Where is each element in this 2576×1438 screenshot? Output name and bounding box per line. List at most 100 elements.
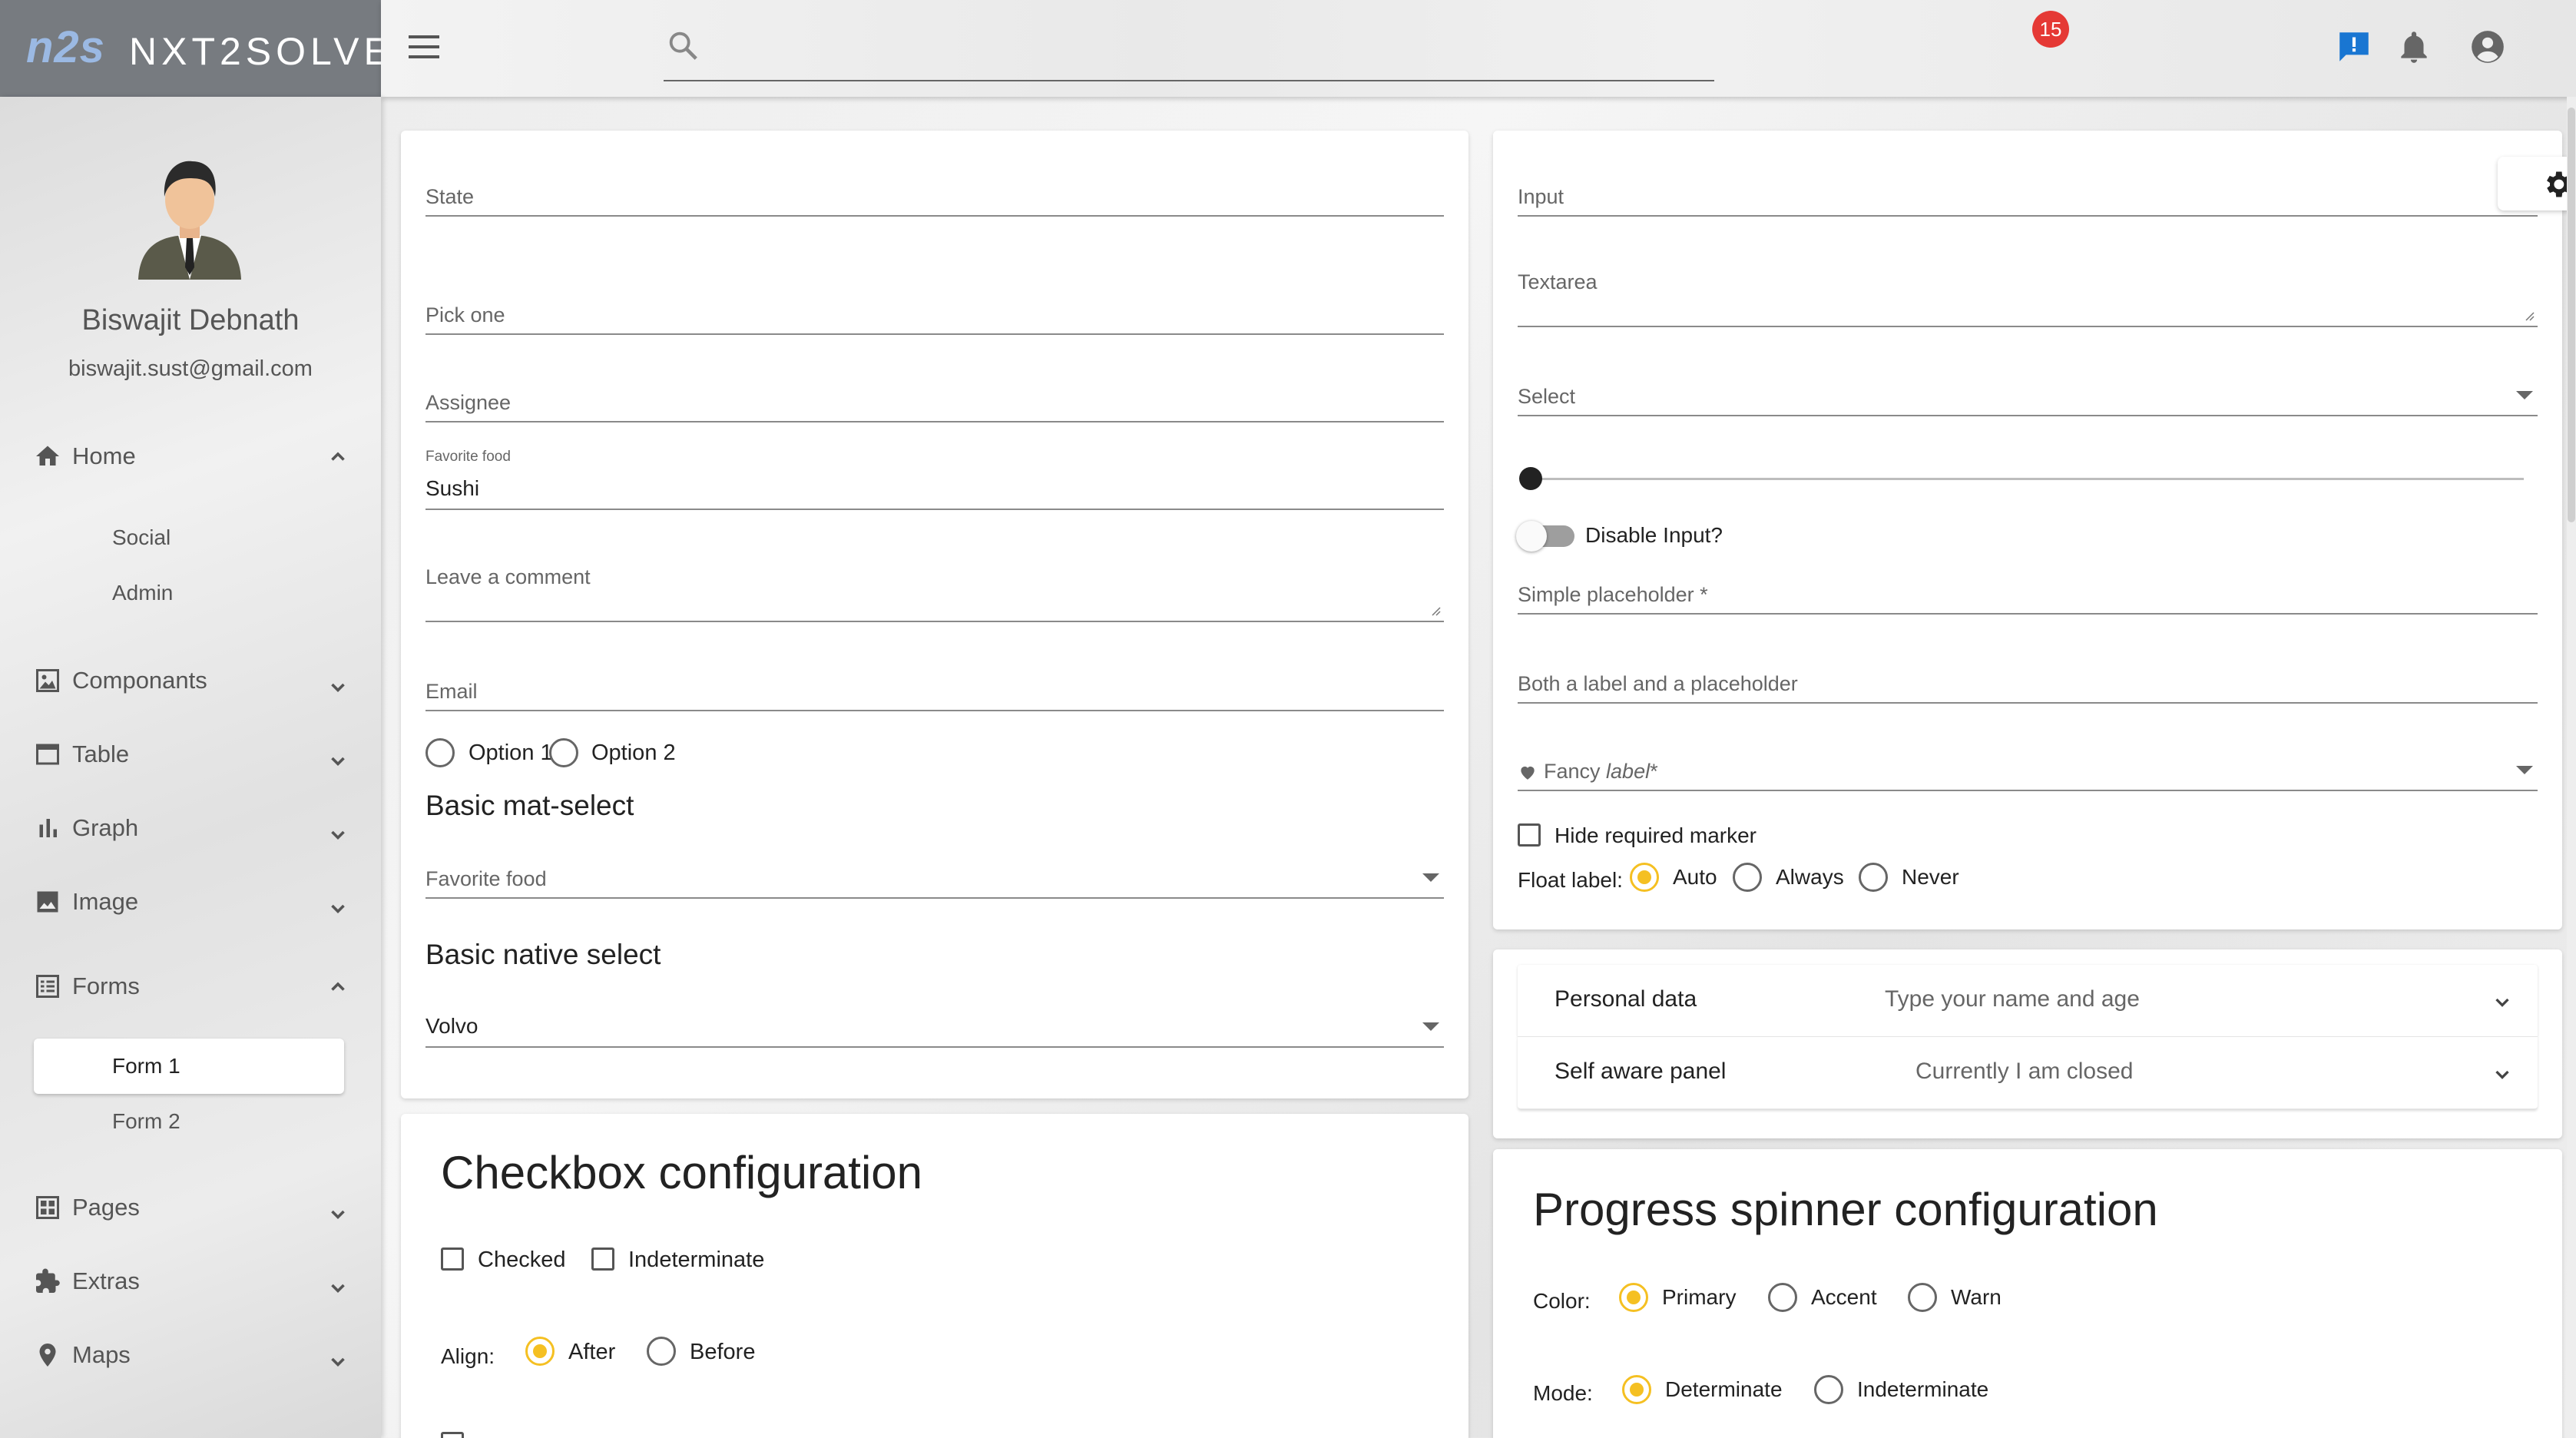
label-placeholder-input[interactable]: Both a label and a placeholder bbox=[1518, 658, 2538, 704]
pick-one-input[interactable]: Pick one bbox=[425, 287, 1444, 335]
sidebar-item-label: Home bbox=[72, 442, 136, 469]
user-name: Biswajit Debnath bbox=[81, 304, 300, 336]
float-always-label: Always bbox=[1776, 865, 1844, 889]
color-accent-radio[interactable] bbox=[1768, 1283, 1797, 1312]
feedback-icon[interactable] bbox=[2335, 28, 2373, 66]
checked-checkbox[interactable] bbox=[441, 1247, 464, 1271]
color-primary-radio[interactable] bbox=[1619, 1283, 1648, 1312]
mat-select-title: Basic mat-select bbox=[425, 790, 634, 821]
car-native-select[interactable]: Volvo bbox=[425, 1003, 1444, 1048]
chevron-down-icon[interactable] bbox=[324, 894, 352, 922]
assignee-input[interactable]: Assignee bbox=[425, 376, 1444, 422]
chevron-up-icon[interactable] bbox=[324, 442, 352, 470]
select-field[interactable]: Select bbox=[1518, 373, 2538, 416]
favorite-food-select[interactable]: Favorite food bbox=[425, 854, 1444, 899]
sidebar-subitem-form-1[interactable]: Form 1 bbox=[34, 1039, 344, 1094]
chevron-down-icon[interactable] bbox=[324, 1274, 352, 1301]
option-2-radio[interactable] bbox=[549, 738, 578, 767]
label-placeholder-text: Both a label and a placeholder bbox=[1518, 672, 1798, 695]
sidebar-item-image[interactable]: Image bbox=[34, 888, 138, 916]
sidebar-item-extras[interactable]: Extras bbox=[34, 1267, 140, 1295]
panel-title: Self aware panel bbox=[1555, 1059, 1727, 1084]
option-1-label: Option 1 bbox=[469, 741, 553, 765]
chevron-down-icon[interactable] bbox=[324, 673, 352, 701]
sidebar-item-label: Componants bbox=[72, 667, 207, 694]
state-input[interactable]: State bbox=[425, 169, 1444, 217]
car-select-value: Volvo bbox=[425, 1014, 478, 1038]
chevron-down-icon[interactable] bbox=[2488, 988, 2516, 1016]
sidebar-item-graph[interactable]: Graph bbox=[34, 814, 138, 842]
dropdown-arrow-icon bbox=[2516, 391, 2533, 399]
resize-handle-icon[interactable] bbox=[1429, 604, 1441, 616]
sidebar-item-home[interactable]: Home bbox=[34, 442, 136, 470]
assignee-placeholder: Assignee bbox=[425, 391, 512, 414]
chevron-down-icon[interactable] bbox=[324, 1200, 352, 1228]
textarea-field[interactable]: Textarea bbox=[1518, 264, 2538, 327]
email-input[interactable]: Email bbox=[425, 668, 1444, 711]
sidebar-subitem-admin[interactable]: Admin bbox=[112, 581, 173, 605]
comment-placeholder: Leave a comment bbox=[425, 565, 591, 588]
brand-name[interactable]: NXT2SOLVE bbox=[129, 29, 394, 74]
menu-icon[interactable] bbox=[409, 35, 439, 58]
search-input[interactable] bbox=[664, 80, 1714, 81]
simple-placeholder-text: Simple placeholder * bbox=[1518, 583, 1708, 606]
input-field[interactable]: Input bbox=[1518, 169, 2538, 217]
fancy-select[interactable]: Fancy label * bbox=[1518, 747, 2538, 791]
slider-track[interactable] bbox=[1528, 478, 2524, 480]
textarea-placeholder: Textarea bbox=[1518, 270, 1598, 293]
sidebar-item-componants[interactable]: Componants bbox=[34, 667, 207, 694]
hide-required-checkbox[interactable] bbox=[1518, 823, 1541, 847]
sidebar-item-pages[interactable]: Pages bbox=[34, 1194, 140, 1221]
align-before-radio[interactable] bbox=[647, 1337, 676, 1366]
notifications-icon[interactable] bbox=[2395, 28, 2433, 66]
top-toolbar bbox=[381, 0, 2576, 97]
align-after-radio[interactable] bbox=[525, 1337, 555, 1366]
fancy-label-italic: label bbox=[1606, 760, 1651, 783]
scrollbar-thumb[interactable] bbox=[2568, 108, 2575, 522]
personal-data-panel[interactable]: Personal data Type your name and age bbox=[1518, 965, 2538, 1037]
chevron-down-icon[interactable] bbox=[324, 1347, 352, 1375]
disabled-checkbox[interactable] bbox=[441, 1432, 464, 1438]
comment-textarea[interactable]: Leave a comment bbox=[425, 558, 1444, 622]
chevron-up-icon[interactable] bbox=[324, 972, 352, 1000]
option-2-label: Option 2 bbox=[591, 741, 676, 765]
spinner-config-title: Progress spinner configuration bbox=[1533, 1184, 2158, 1235]
sidebar-item-forms[interactable]: Forms bbox=[34, 972, 140, 1000]
select-placeholder: Select bbox=[1518, 385, 1576, 408]
sidebar-item-maps[interactable]: Maps bbox=[34, 1341, 131, 1369]
chevron-down-icon[interactable] bbox=[324, 747, 352, 774]
sidebar-subitem-form-2[interactable]: Form 2 bbox=[112, 1109, 180, 1134]
search-icon[interactable] bbox=[665, 28, 700, 63]
mode-indeterminate-radio[interactable] bbox=[1814, 1375, 1843, 1404]
brand-logo[interactable]: n2s bbox=[26, 22, 105, 73]
float-never-radio[interactable] bbox=[1859, 863, 1888, 892]
float-always-radio[interactable] bbox=[1733, 863, 1762, 892]
checkbox-config-title: Checkbox configuration bbox=[441, 1147, 923, 1198]
sidebar-subitem-social[interactable]: Social bbox=[112, 525, 171, 550]
sidebar-subitem-label: Form 1 bbox=[112, 1054, 180, 1078]
account-icon[interactable] bbox=[2468, 28, 2507, 66]
chevron-down-icon[interactable] bbox=[2488, 1060, 2516, 1088]
mode-determinate-radio[interactable] bbox=[1622, 1375, 1651, 1404]
favorite-food-label: Favorite food bbox=[425, 449, 511, 465]
resize-handle-icon[interactable] bbox=[2522, 309, 2535, 321]
favorite-food-input[interactable]: Favorite food Sushi bbox=[425, 449, 1444, 510]
simple-placeholder-input[interactable]: Simple placeholder * bbox=[1518, 567, 2538, 615]
heart-icon bbox=[1521, 766, 1535, 780]
color-accent-label: Accent bbox=[1811, 1285, 1877, 1309]
self-aware-panel[interactable]: Self aware panel Currently I am closed bbox=[1518, 1037, 2538, 1109]
slider-thumb[interactable] bbox=[1519, 467, 1542, 490]
chevron-down-icon[interactable] bbox=[324, 820, 352, 848]
fancy-label-text: Fancy bbox=[1544, 760, 1601, 783]
indeterminate-checkbox[interactable] bbox=[591, 1247, 614, 1271]
sidebar-item-label: Image bbox=[72, 888, 139, 915]
sidebar-item-table[interactable]: Table bbox=[34, 741, 129, 768]
sidebar-item-label: Pages bbox=[72, 1194, 140, 1221]
color-warn-radio[interactable] bbox=[1908, 1283, 1937, 1312]
avatar[interactable] bbox=[132, 152, 247, 280]
option-1-radio[interactable] bbox=[425, 738, 455, 767]
settings-tab[interactable] bbox=[2498, 157, 2576, 210]
float-auto-label: Auto bbox=[1673, 865, 1717, 889]
float-auto-radio[interactable] bbox=[1630, 863, 1659, 892]
toggle-thumb[interactable] bbox=[1516, 521, 1547, 552]
